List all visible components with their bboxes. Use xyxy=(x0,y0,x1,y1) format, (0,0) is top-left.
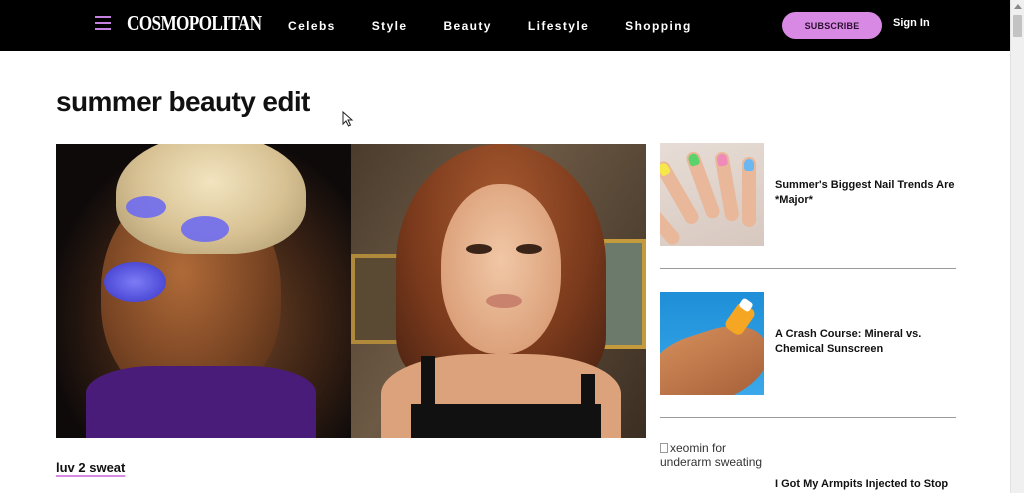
hero-caption-link[interactable]: luv 2 sweat xyxy=(56,460,125,475)
article-title[interactable]: Summer's Biggest Nail Trends Are *Major* xyxy=(775,178,957,208)
nav-shopping[interactable]: Shopping xyxy=(625,19,692,33)
nav-beauty[interactable]: Beauty xyxy=(443,19,491,33)
divider xyxy=(660,417,956,418)
nav-celebs[interactable]: Celebs xyxy=(288,19,336,33)
article-card[interactable]: A Crash Course: Mineral vs. Chemical Sun… xyxy=(660,292,956,396)
scroll-up-arrow-icon[interactable] xyxy=(1014,4,1022,9)
sign-in-link[interactable]: Sign In xyxy=(893,17,930,29)
mouse-pointer-icon xyxy=(342,111,354,127)
hero-image[interactable] xyxy=(56,144,646,438)
page-title: summer beauty edit xyxy=(56,86,310,117)
nails-thumbnail[interactable] xyxy=(660,143,764,246)
article-card[interactable]: xeomin for underarm sweating I Got My Ar… xyxy=(660,441,956,493)
main-nav: Celebs Style Beauty Lifestyle Shopping xyxy=(288,0,728,51)
article-title[interactable]: I Got My Armpits Injected to Stop xyxy=(775,477,957,492)
broken-image-icon xyxy=(660,443,668,453)
subscribe-button[interactable]: SUBSCRIBE xyxy=(782,12,882,39)
sunscreen-thumbnail[interactable] xyxy=(660,292,764,395)
scrollbar-thumb[interactable] xyxy=(1013,15,1022,37)
nav-style[interactable]: Style xyxy=(372,19,408,33)
nav-lifestyle[interactable]: Lifestyle xyxy=(528,19,589,33)
divider xyxy=(660,268,956,269)
vertical-scrollbar[interactable] xyxy=(1010,0,1024,493)
site-logo[interactable]: COSMOPOLITAN xyxy=(127,11,262,36)
hero-photo-glow-makeup xyxy=(351,144,646,438)
article-card[interactable]: Summer's Biggest Nail Trends Are *Major* xyxy=(660,143,956,247)
image-alt-text: xeomin for underarm sweating xyxy=(660,441,763,469)
hero-photo-blue-makeup xyxy=(56,144,351,438)
article-title[interactable]: A Crash Course: Mineral vs. Chemical Sun… xyxy=(775,327,957,357)
broken-image-thumbnail[interactable]: xeomin for underarm sweating xyxy=(660,441,770,469)
site-header: COSMOPOLITAN Celebs Style Beauty Lifesty… xyxy=(0,0,1010,51)
menu-icon[interactable] xyxy=(95,16,111,32)
